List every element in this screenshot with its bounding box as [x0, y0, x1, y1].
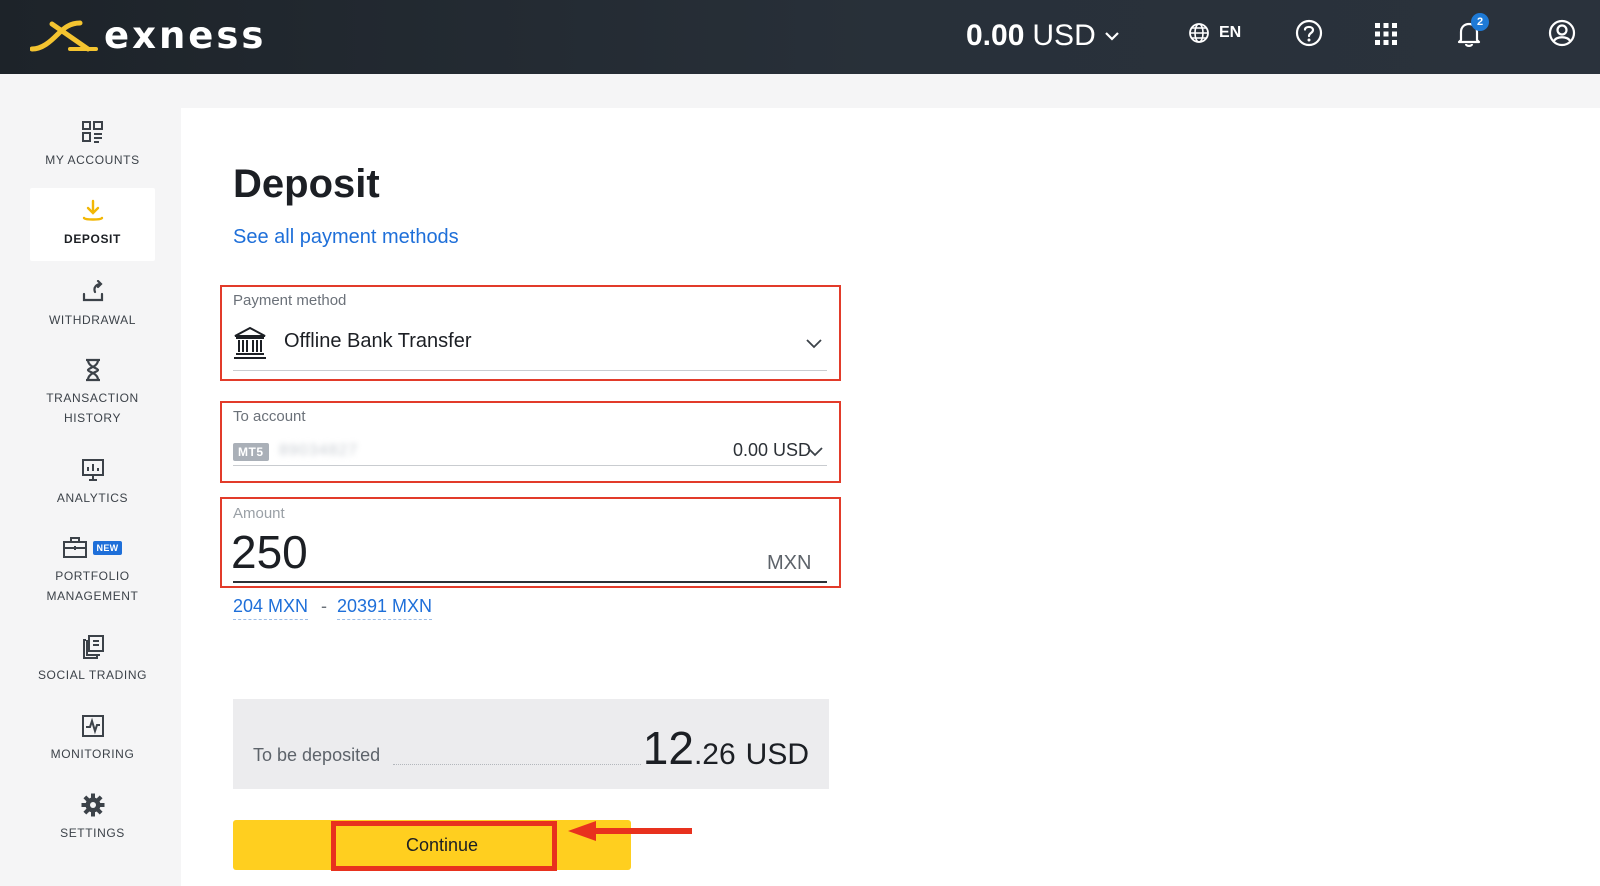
- copy-icon: [82, 633, 104, 661]
- notifications-button[interactable]: 2: [1456, 13, 1489, 53]
- payment-method-select[interactable]: Offline Bank Transfer: [284, 330, 472, 353]
- deposit-panel: Deposit See all payment methods Payment …: [181, 108, 1600, 886]
- account-number: 89034827: [279, 442, 359, 459]
- amount-underline: [233, 581, 827, 583]
- brand-logo[interactable]: exness: [30, 14, 266, 57]
- download-icon: [81, 197, 105, 225]
- max-amount-link[interactable]: 20391 MXN: [337, 596, 433, 620]
- balance-amount: 0.00: [966, 19, 1025, 52]
- balance-currency: USD: [1032, 19, 1096, 52]
- red-arrow-icon: [568, 821, 692, 841]
- monitor-chart-icon: [81, 712, 104, 740]
- deposit-summary: To be deposited 12.26 USD: [233, 699, 829, 789]
- sidebar-item-transaction-history[interactable]: TRANSACTION HISTORY: [30, 356, 155, 436]
- sidebar-label-settings: SETTINGS: [60, 826, 125, 840]
- chevron-down-icon: [1104, 32, 1119, 41]
- language-selector[interactable]: EN: [1188, 22, 1241, 44]
- deposit-currency: USD: [745, 738, 809, 771]
- top-bar: exness 0.00 USD EN 2: [0, 0, 1600, 74]
- bank-icon: [234, 326, 266, 359]
- platform-tag: MT5: [233, 443, 269, 461]
- hourglass-icon: [84, 356, 102, 384]
- sidebar-item-withdrawal[interactable]: WITHDRAWAL: [30, 278, 155, 338]
- user-profile-button[interactable]: [1547, 18, 1577, 53]
- payment-method-label: Payment method: [233, 292, 347, 309]
- to-account-label: To account: [233, 408, 306, 425]
- gear-icon: [81, 791, 105, 819]
- to-account-underline: [233, 465, 827, 466]
- sidebar-item-settings[interactable]: SETTINGS: [30, 791, 155, 851]
- sidebar-label-monitoring: MONITORING: [50, 747, 135, 761]
- sidebar-item-monitoring[interactable]: MONITORING: [30, 712, 155, 772]
- help-button[interactable]: [1294, 18, 1324, 53]
- sidebar-label-deposit: DEPOSIT: [64, 232, 121, 246]
- grid-list-icon: [81, 118, 104, 146]
- sidebar-item-my-accounts[interactable]: MY ACCOUNTS: [30, 118, 155, 178]
- sidebar-label-social-trading: SOCIAL TRADING: [37, 668, 148, 682]
- sidebar-item-social-trading[interactable]: SOCIAL TRADING: [30, 633, 155, 693]
- sidebar-label-line: HISTORY: [63, 411, 122, 425]
- see-all-payment-methods-link[interactable]: See all payment methods: [233, 226, 459, 249]
- new-badge: NEW: [92, 541, 123, 555]
- to-account-balance[interactable]: 0.00 USD: [733, 440, 811, 461]
- upload-icon: [81, 278, 105, 306]
- sidebar-label-withdrawal: WITHDRAWAL: [48, 313, 137, 327]
- to-be-deposited-label: To be deposited: [253, 745, 381, 765]
- amount-currency: MXN: [767, 552, 812, 574]
- analytics-icon: [81, 456, 104, 484]
- sidebar-label-portfolio-management: PORTFOLIO MANAGEMENT: [46, 566, 138, 606]
- sidebar-item-analytics[interactable]: ANALYTICS: [30, 456, 155, 516]
- deposit-integer: 12: [642, 722, 694, 774]
- summary-dotted-leader: [393, 764, 641, 765]
- brand-name: exness: [104, 14, 267, 57]
- amount-input[interactable]: [231, 525, 711, 579]
- payment-method-underline: [233, 370, 827, 371]
- to-be-deposited-value: 12.26 USD: [643, 721, 809, 775]
- amount-label: Amount: [233, 505, 285, 522]
- page-title: Deposit: [233, 162, 380, 206]
- limit-separator: -: [321, 596, 327, 616]
- sidebar-label-analytics: ANALYTICS: [56, 491, 129, 505]
- sidebar-label-transaction-history: TRANSACTION HISTORY: [46, 388, 139, 428]
- globe-icon: [1189, 23, 1209, 43]
- help-icon: [1295, 19, 1323, 47]
- chevron-down-icon[interactable]: [806, 339, 822, 349]
- sidebar-label-my-accounts: MY ACCOUNTS: [45, 153, 140, 167]
- briefcase-icon: NEW: [62, 534, 123, 562]
- notification-count-badge: 2: [1471, 13, 1489, 31]
- sidebar-label-line: MANAGEMENT: [46, 589, 139, 603]
- apps-grid-icon: [1375, 23, 1397, 45]
- apps-menu-button[interactable]: [1374, 22, 1398, 51]
- balance-dropdown[interactable]: 0.00 USD: [966, 16, 1120, 56]
- chevron-down-icon[interactable]: [807, 447, 823, 457]
- deposit-decimal: .26: [693, 738, 736, 771]
- language-code: EN: [1219, 24, 1242, 41]
- sidebar-label-line: TRANSACTION: [46, 391, 139, 405]
- sidebar-label-line: PORTFOLIO: [55, 569, 130, 583]
- min-amount-link[interactable]: 204 MXN: [233, 596, 309, 620]
- sidebar-item-deposit[interactable]: DEPOSIT: [30, 188, 155, 261]
- exness-logo-icon: [30, 20, 98, 51]
- user-avatar-icon: [1548, 19, 1576, 47]
- sidebar-item-portfolio-management[interactable]: NEW PORTFOLIO MANAGEMENT: [30, 534, 155, 612]
- continue-label: Continue: [405, 834, 479, 855]
